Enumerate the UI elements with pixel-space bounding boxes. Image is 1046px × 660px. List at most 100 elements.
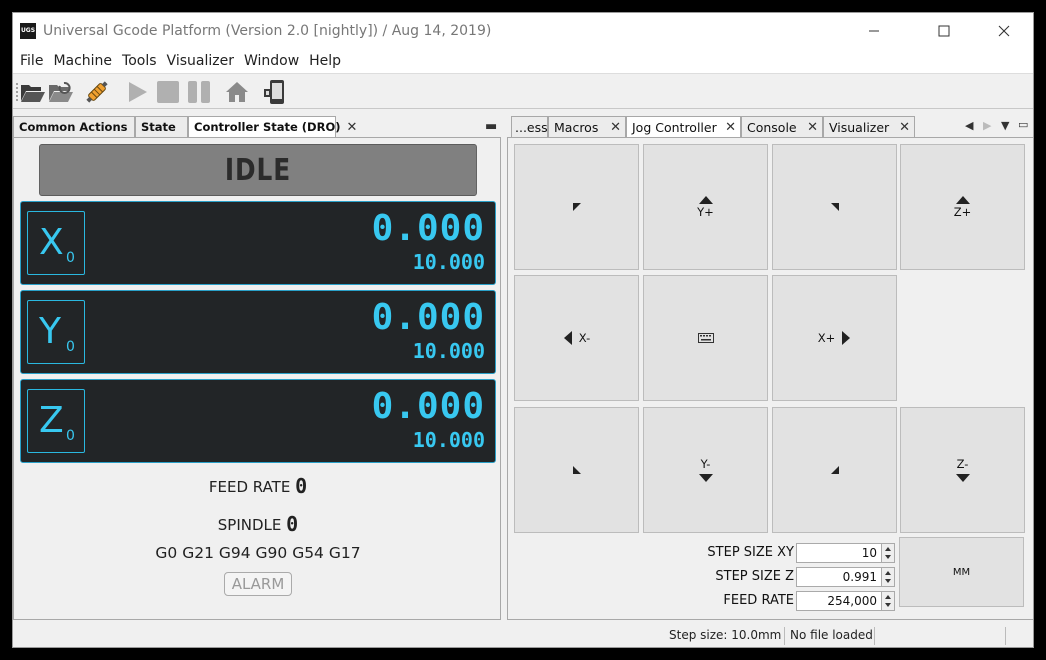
spinner-down-icon[interactable] xyxy=(885,555,891,559)
step-size-z-spinner[interactable] xyxy=(881,567,895,587)
maximize-button[interactable] xyxy=(921,13,967,49)
work-position-y: 0.000 xyxy=(371,297,485,338)
jog-x-minus-y-plus-button[interactable] xyxy=(514,144,639,270)
feed-rate-value: 0 xyxy=(295,474,308,498)
units-toggle-button[interactable]: MM xyxy=(899,537,1024,607)
axis-reset-button-x[interactable]: X 0 xyxy=(27,211,85,275)
minimize-icon xyxy=(869,30,879,32)
jog-y-minus-button[interactable]: Y- xyxy=(643,407,768,533)
jog-x-plus-y-plus-button[interactable] xyxy=(772,144,897,270)
menu-file[interactable]: File xyxy=(15,53,48,69)
tab-label: ...ess xyxy=(515,119,548,135)
spindle-label: SPINDLE xyxy=(217,516,282,534)
jog-x-plus-y-minus-button[interactable] xyxy=(772,407,897,533)
jog-label: Y+ xyxy=(697,205,714,219)
axis-subscript: 0 xyxy=(66,428,75,444)
arrow-right-icon xyxy=(842,331,851,345)
tab-close-icon[interactable]: ✕ xyxy=(347,120,358,135)
feed-rate-input[interactable]: 254,000 xyxy=(796,591,882,611)
tab-jog-controller[interactable]: Jog Controller ✕ xyxy=(626,116,741,137)
jog-x-minus-button[interactable]: X- xyxy=(514,275,639,401)
arrow-up-right-icon xyxy=(830,203,839,211)
pause-button[interactable] xyxy=(185,78,213,106)
tab-console[interactable]: Console ✕ xyxy=(741,116,823,137)
active-gcodes: G0 G21 G94 G90 G54 G17 xyxy=(155,544,361,562)
menu-visualizer[interactable]: Visualizer xyxy=(162,53,239,69)
menu-window[interactable]: Window xyxy=(239,53,304,69)
tab-label: State xyxy=(141,120,176,134)
tab-close-icon[interactable]: ✕ xyxy=(807,120,818,135)
arrow-left-icon xyxy=(563,331,572,345)
connect-button[interactable] xyxy=(83,78,111,106)
machine-position-x: 10.000 xyxy=(412,250,485,274)
axis-letter: Y xyxy=(39,311,61,352)
spinner-up-icon[interactable] xyxy=(885,547,891,551)
tab-close-icon[interactable]: ✕ xyxy=(899,120,910,135)
machine-position-z: 10.000 xyxy=(412,428,485,452)
alarm-indicator: ALARM xyxy=(224,572,292,596)
app-logo: UGS xyxy=(20,23,36,39)
arrow-up-left-icon xyxy=(572,203,581,211)
connect-plug-icon xyxy=(86,81,108,103)
menu-help[interactable]: Help xyxy=(304,53,346,69)
status-bar: Step size: 10.0mm No file loaded xyxy=(13,625,1033,647)
tab-label: Jog Controller xyxy=(632,119,717,135)
tab-macros[interactable]: Macros ✕ xyxy=(548,116,626,137)
status-file: No file loaded xyxy=(790,628,873,642)
tab-scroll-left-icon[interactable]: ◀ xyxy=(965,119,973,132)
spinner-up-icon[interactable] xyxy=(885,571,891,575)
tab-state[interactable]: State xyxy=(135,116,188,137)
axis-reset-button-y[interactable]: Y 0 xyxy=(27,300,85,364)
tab-common-actions[interactable]: Common Actions xyxy=(13,116,135,137)
close-icon xyxy=(998,25,1010,37)
tab-scroll-right-icon[interactable]: ▶ xyxy=(983,119,991,132)
spinner-up-icon[interactable] xyxy=(885,595,891,599)
maximize-panel-icon[interactable]: ▭ xyxy=(1018,118,1028,131)
axis-row-z: Z 0 0.000 10.000 xyxy=(20,379,496,463)
jog-z-plus-button[interactable]: Z+ xyxy=(900,144,1025,270)
jog-z-minus-button[interactable]: Z- xyxy=(900,407,1025,533)
step-size-xy-spinner[interactable] xyxy=(881,543,895,563)
feed-rate-input-label: FEED RATE xyxy=(723,593,794,608)
menu-tools[interactable]: Tools xyxy=(117,53,162,69)
feed-rate-label: FEED RATE xyxy=(208,478,291,496)
tab-controller-state[interactable]: Controller State (DRO) ✕ xyxy=(188,116,357,137)
tab-label: Controller State (DRO) xyxy=(194,120,341,134)
axis-reset-button-z[interactable]: Z 0 xyxy=(27,389,85,453)
tab-overflow[interactable]: ...ess xyxy=(511,116,548,137)
jog-x-plus-button[interactable]: X+ xyxy=(772,275,897,401)
tab-list-dropdown-icon[interactable]: ▼ xyxy=(1001,119,1009,132)
spinner-down-icon[interactable] xyxy=(885,579,891,583)
close-button[interactable] xyxy=(981,13,1027,49)
tab-visualizer[interactable]: Visualizer ✕ xyxy=(823,116,915,137)
spinner-down-icon[interactable] xyxy=(885,603,891,607)
tab-label: Visualizer xyxy=(829,119,890,135)
minimize-button[interactable] xyxy=(851,13,897,49)
feed-rate-spinner[interactable] xyxy=(881,591,895,611)
tab-close-icon[interactable]: ✕ xyxy=(725,120,736,135)
status-step-size: Step size: 10.0mm xyxy=(669,628,782,642)
title-bar: UGS Universal Gcode Platform (Version 2.… xyxy=(13,13,1033,49)
jog-content: X+ xyxy=(818,330,852,346)
stop-button[interactable] xyxy=(154,78,182,106)
tab-label: Console xyxy=(747,119,797,135)
step-size-xy-input[interactable]: 10 xyxy=(796,543,882,563)
recent-button[interactable] xyxy=(47,78,75,106)
minimize-panel-icon[interactable]: ▬ xyxy=(485,119,497,134)
open-button[interactable] xyxy=(19,78,47,106)
pendant-button[interactable] xyxy=(261,78,289,106)
play-button[interactable] xyxy=(123,78,151,106)
window-title: Universal Gcode Platform (Version 2.0 [n… xyxy=(43,23,492,39)
tab-close-icon[interactable]: ✕ xyxy=(610,120,621,135)
status-separator xyxy=(1005,627,1006,645)
step-size-z-input[interactable]: 0.991 xyxy=(796,567,882,587)
keyboard-jog-toggle-button[interactable] xyxy=(643,275,768,401)
dro-panel: Common Actions State Controller State (D… xyxy=(13,116,501,620)
menu-machine[interactable]: Machine xyxy=(48,53,117,69)
jog-x-minus-y-minus-button[interactable] xyxy=(514,407,639,533)
jog-body: Y+ Z+ X- X+ Y- Z- STEP SIZE XY 10 STEP S… xyxy=(507,137,1033,620)
work-position-z: 0.000 xyxy=(371,386,485,427)
home-button[interactable] xyxy=(223,78,251,106)
jog-y-plus-button[interactable]: Y+ xyxy=(643,144,768,270)
menu-bar: File Machine Tools Visualizer Window Hel… xyxy=(13,49,1033,73)
